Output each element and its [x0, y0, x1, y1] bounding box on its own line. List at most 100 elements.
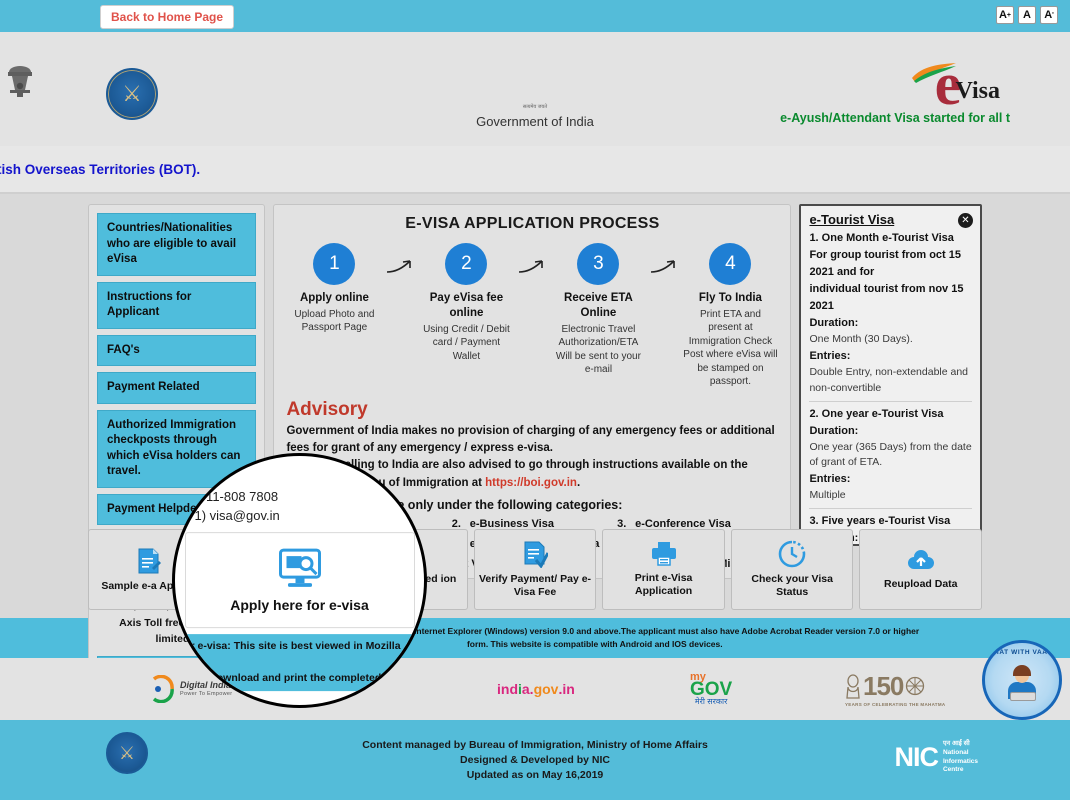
advisory-title: Advisory [286, 398, 368, 420]
gandhi-silhouette-icon [846, 674, 860, 699]
nic-word-centre: Centre [942, 766, 964, 774]
gandhi-150-logo[interactable]: 150 YEARS OF CELEBRATING THE MAHATMA [845, 671, 945, 708]
advisory-text-after-link: . [576, 476, 581, 489]
printer-icon [651, 541, 676, 566]
process-title: E-VISA APPLICATION PROCESS [405, 215, 660, 232]
process-step-2: 2 Pay eVisa fee online Using Credit / De… [418, 243, 514, 363]
decrease-font-button[interactable]: A ' [1040, 6, 1058, 24]
process-step-4: 4 Fly To India Print ETA and present at … [682, 243, 778, 389]
india-gov-part-3: a. [521, 681, 534, 697]
magnified-helpdesk-text: 6666 1-11-808 7808 1) visa@gov.in [185, 470, 415, 527]
vaani-avatar-icon [1000, 664, 1044, 704]
step-2-number: 2 [445, 243, 488, 285]
step-3-number: 3 [577, 243, 620, 285]
india-gov-logo[interactable]: ind i a. gov .in [497, 681, 575, 697]
visa-section-2-title: 2. One year e-Tourist Visa [809, 407, 944, 420]
magnified-monitor-apply-icon [278, 548, 321, 587]
visa-section-2-duration-value: One year (365 Days) from the date of gra… [809, 440, 972, 469]
step-1-number: 1 [313, 243, 356, 285]
arrow-1-icon [382, 243, 418, 285]
evisa-logo-word: Visa [955, 78, 1000, 104]
magnified-apply-button[interactable]: Apply here for e-visa [184, 532, 415, 629]
gandhi-150-number: 150 [863, 670, 904, 701]
magnified-tech-line-2: r to download and print the completed [190, 671, 382, 684]
step-1-desc: Upload Photo and Passport Page [294, 308, 375, 334]
footer-designed-by: Designed & Developed by NIC [460, 754, 610, 766]
visa-section-1-entries-value: Double Entry, non-extendable and non-con… [809, 366, 969, 394]
sidebar-item-payment-related[interactable]: Payment Related [97, 372, 257, 404]
evisa-news-ticker: e-Ayush/Attendant Visa started for all t [780, 111, 1010, 125]
chat-with-vaani-widget[interactable]: CHAT WITH VAANI [982, 640, 1062, 720]
nic-word-informatics: Informatics [942, 757, 978, 765]
tricolour-swoosh-icon [912, 63, 956, 83]
step-4-title: Fly To India [698, 292, 762, 304]
process-steps: 1 Apply online Upload Photo and Passport… [286, 243, 778, 389]
step-1-title: Apply online [299, 292, 369, 304]
nic-acronym: NIC [894, 742, 938, 773]
magnified-helpdesk-line-2: 1-11-808 7808 [194, 489, 279, 505]
check-visa-status-button[interactable]: Check your Visa Status [730, 528, 854, 610]
print-evisa-application-button[interactable]: Print e-Visa Application [602, 528, 725, 610]
back-to-home-button[interactable]: Back to Home Page [100, 5, 235, 29]
footer-content-managed: Content managed by Bureau of Immigration… [362, 739, 708, 751]
etourist-visa-panel: ✕ e-Tourist Visa 1. One Month e-Tourist … [799, 204, 982, 546]
mygov-hindi-text: मेरी सरकार [694, 697, 728, 706]
india-gov-part-1: ind [497, 681, 518, 697]
top-bar: Back to Home Page A + A A ' [0, 0, 1070, 32]
visa-section-1-sub-a: For group tourist from oct 15 2021 and f… [809, 249, 961, 279]
charkha-wheel-icon [906, 676, 925, 696]
print-application-label: Print e-Visa Application [634, 571, 693, 598]
nic-word-national: National [942, 748, 969, 756]
digital-india-tagline: Power To Empower [180, 690, 233, 697]
close-icon[interactable]: ✕ [958, 213, 973, 228]
sidebar-item-eligible-countries[interactable]: Countries/Nationalities who are eligible… [97, 213, 257, 276]
evisa-logo: e Visa e-Ayush/Attendant Visa started fo… [780, 54, 1010, 125]
visa-section-1-duration-label: Duration: [809, 317, 859, 330]
partner-logos-row: Digital India Power To Empower india.gov… [0, 640, 1070, 720]
marquee-text: ritish Overseas Territories (BOT). [0, 161, 201, 177]
visa-section-2-duration-label: Duration: [809, 424, 859, 437]
process-step-1: 1 Apply online Upload Photo and Passport… [286, 243, 382, 335]
verify-payment-button[interactable]: Verify Payment/ Pay e-Visa Fee [473, 528, 597, 610]
etourist-visa-heading: e-Tourist Visa [809, 212, 895, 227]
footer-updated-on: Updated as on May 16,2019 [466, 769, 604, 781]
visa-section-3-title: 3. Five years e-Tourist Visa [809, 514, 951, 527]
step-2-title: Pay eVisa fee online [429, 292, 504, 319]
magnified-helpdesk-line-1: 6666 [194, 470, 224, 486]
nic-full-name: एन आई सी National Informatics Centre [943, 740, 978, 775]
magnified-apply-label: Apply here for e-visa [230, 597, 369, 614]
india-gov-part-5: .in [558, 681, 575, 697]
clock-status-icon [778, 540, 806, 567]
check-status-label: Check your Visa Status [751, 572, 833, 599]
increase-font-button[interactable]: A + [996, 6, 1014, 24]
normal-font-button[interactable]: A [1018, 6, 1036, 24]
gandhi-150-caption: YEARS OF CELEBRATING THE MAHATMA [845, 701, 946, 707]
visa-section-1-sub-b: individual tourist from nov 15 2021 [809, 283, 964, 313]
boi-link[interactable]: https://boi.gov.in [485, 477, 577, 489]
magnified-tech-line-1: r e-visa: This site is best viewed in Mo… [190, 640, 401, 668]
nic-logo[interactable]: NIC एन आई सी National Informatics Centre [894, 740, 978, 775]
page-header: ⚔ सत्यमेव जयते Government of India e Vis… [0, 32, 1070, 146]
nic-hindi: एन आई सी [942, 740, 970, 747]
sidebar-item-instructions[interactable]: Instructions for Applicant [97, 281, 257, 329]
marquee-band: ritish Overseas Territories (BOT). [0, 146, 1070, 194]
mygov-logo[interactable]: my GOV मेरी सरकार [690, 672, 732, 706]
magnified-helpdesk-line-3: 1) visa@gov.in [194, 508, 280, 524]
cloud-upload-icon [907, 549, 934, 569]
step-4-number: 4 [709, 243, 752, 285]
sidebar-item-faqs[interactable]: FAQ's [97, 334, 257, 367]
reupload-data-button[interactable]: Reupload Data [859, 528, 983, 610]
visa-section-1-duration-value: One Month (30 Days). [809, 333, 913, 346]
visa-section-2-entries-label: Entries: [809, 473, 851, 486]
page-footer: ⚔ Content managed by Bureau of Immigrati… [0, 720, 1070, 800]
visa-section-2: 2. One year e-Tourist Visa Duration: One… [809, 406, 972, 509]
step-3-desc: Electronic Travel Authorization/ETA Will… [555, 323, 641, 376]
process-step-3: 3 Receive ETA Online Electronic Travel A… [550, 243, 646, 377]
arrow-2-icon [514, 243, 550, 285]
font-size-controls: A + A A ' [996, 6, 1058, 24]
reupload-data-label: Reupload Data [884, 577, 958, 590]
magnified-tech-band: r e-visa: This site is best viewed in Mo… [184, 634, 415, 692]
advisory-paragraph-1: Government of India makes no provision o… [286, 424, 775, 455]
step-3-title: Receive ETA Online [564, 292, 633, 319]
step-2-desc: Using Credit / Debit card / Payment Wall… [423, 323, 510, 362]
